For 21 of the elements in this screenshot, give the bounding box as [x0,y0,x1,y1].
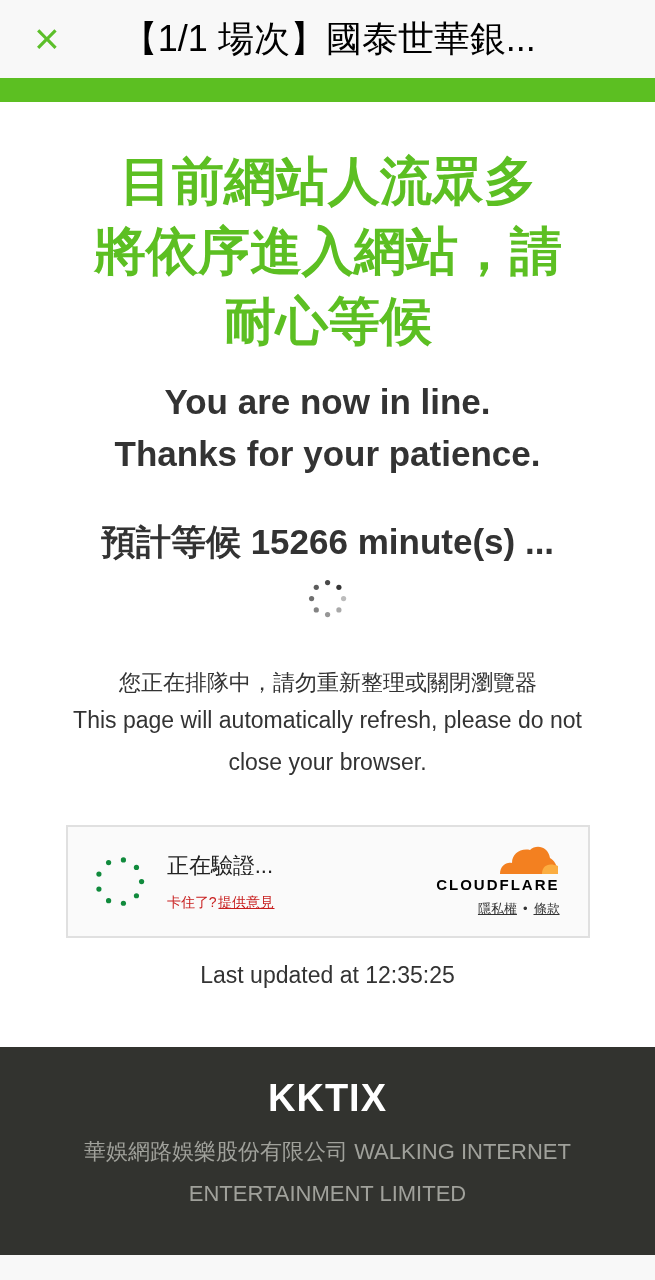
headline: 將依序進入網站，請耐心等候 [92,221,563,352]
loading-spinner-icon [307,578,348,618]
privacy-link[interactable]: 隱私權 [477,898,517,919]
page-title: 【1/1 場次】國泰世華銀... [121,17,536,61]
wait-time: 預計等候 15266 minute(s) ... [100,521,555,563]
headline: 目前網站人流眾多 [119,151,536,212]
stuck-text: 卡住了? [166,893,217,913]
loading-spinner-icon [93,855,145,907]
subheadline: Thanks for your patience. [114,433,541,475]
subheadline: You are now in line. [164,381,491,423]
terms-link[interactable]: 條款 [533,898,560,919]
last-updated: Last updated at 12:35:25 [200,960,455,990]
brand-name: CLOUDFLARE [436,875,560,896]
company-name: 華娛網路娛樂股份有限公司 WALKING INTERNET ENTERTAINMENT LIMITED [83,1138,572,1208]
feedback-link[interactable]: 提供意見 [218,892,275,914]
verifying-text: 正在驗證... [166,852,275,881]
separator: • [522,899,528,918]
cloud-icon [497,844,560,875]
notice-en: This page will automatically refresh, please do not close your browser. [72,705,583,777]
notice-zh: 您正在排隊中，請勿重新整理或關閉瀏覽器 [118,668,537,697]
footer-logo: KKTIX [268,1079,387,1117]
